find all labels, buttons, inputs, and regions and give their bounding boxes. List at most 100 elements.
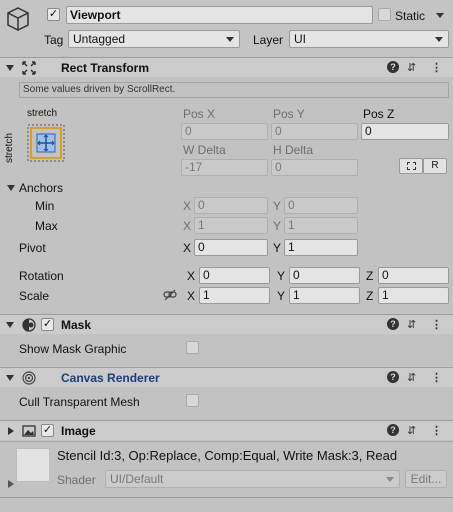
rotation-x-field[interactable]: 0: [199, 267, 270, 284]
kebab-menu-icon[interactable]: ⋮: [431, 61, 442, 75]
layer-dropdown[interactable]: UI: [289, 30, 449, 48]
rotation-z-label: Z: [366, 269, 374, 283]
rect-transform-title: Rect Transform: [61, 61, 150, 75]
rotation-x-label: X: [187, 269, 196, 283]
anchor-max-label: Max: [35, 219, 58, 233]
kebab-menu-icon[interactable]: ⋮: [431, 318, 442, 332]
image-enabled-toggle[interactable]: ✓: [41, 424, 54, 437]
tag-label: Tag: [44, 33, 64, 47]
posx-field: 0: [181, 123, 268, 140]
anchor-max-y-field: 1: [284, 217, 358, 234]
static-toggle[interactable]: [378, 8, 391, 21]
pivot-x-field[interactable]: 0: [194, 239, 268, 256]
pivot-x-label: X: [183, 241, 192, 255]
anchor-min-x-field: 0: [194, 197, 268, 214]
image-header[interactable]: ✓ Image ? ⇵ ⋮: [0, 420, 453, 440]
shader-label: Shader: [57, 473, 96, 487]
kebab-menu-icon[interactable]: ⋮: [431, 424, 442, 438]
anchor-min-y-field: 0: [284, 197, 358, 214]
layer-value: UI: [294, 32, 306, 46]
scale-z-field[interactable]: 1: [378, 287, 449, 304]
help-icon[interactable]: ?: [387, 371, 399, 383]
help-icon[interactable]: ?: [387, 61, 399, 73]
blueprint-icon: [406, 162, 416, 170]
material-foldout-arrow[interactable]: [8, 480, 14, 488]
blueprint-mode-button[interactable]: [399, 158, 423, 174]
canvas-renderer-title: Canvas Renderer: [61, 371, 160, 385]
anchors-label: Anchors: [19, 181, 64, 195]
show-mask-graphic-toggle[interactable]: [186, 341, 199, 354]
shader-edit-button: Edit...: [405, 470, 447, 488]
pivot-y-field[interactable]: 1: [284, 239, 358, 256]
anchor-v-label: stretch: [4, 132, 15, 163]
object-name-field[interactable]: Viewport: [66, 6, 373, 24]
posz-label: Pos Z: [363, 107, 395, 121]
rotation-y-label: Y: [277, 269, 286, 283]
mask-icon: [22, 318, 36, 332]
rect-transform-header[interactable]: Rect Transform ? ⇵ ⋮: [0, 57, 453, 77]
tag-dropdown[interactable]: Untagged: [68, 30, 240, 48]
component-header-icons: ? ⇵ ⋮: [387, 61, 445, 75]
pivot-y-label: Y: [273, 241, 282, 255]
presets-icon[interactable]: ⇵: [407, 424, 416, 438]
layer-label: Layer: [253, 33, 284, 47]
shader-dropdown: UI/Default: [105, 470, 400, 488]
posy-field: 0: [271, 123, 358, 140]
anchor-max-x-field: 1: [194, 217, 268, 234]
link-icon[interactable]: [163, 289, 177, 301]
active-toggle[interactable]: ✓: [47, 8, 60, 21]
shader-value: UI/Default: [110, 472, 164, 486]
gameobject-header: ✓ Viewport Static Tag Untagged Layer UI: [0, 0, 453, 56]
rotation-z-field[interactable]: 0: [378, 267, 449, 284]
driven-notice: Some values driven by ScrollRect.: [19, 82, 449, 98]
wdelta-label: W Delta: [183, 143, 226, 157]
image-icon: [22, 424, 36, 438]
component-header-icons: ? ⇵ ⋮: [387, 424, 445, 438]
collapse-arrow[interactable]: [6, 322, 14, 328]
static-label: Static: [395, 9, 426, 23]
scale-y-label: Y: [277, 289, 286, 303]
presets-icon[interactable]: ⇵: [407, 318, 416, 332]
anchors-foldout-arrow[interactable]: [7, 185, 15, 191]
scale-x-field[interactable]: 1: [199, 287, 270, 304]
posz-field[interactable]: 0: [361, 123, 449, 140]
show-mask-graphic-label: Show Mask Graphic: [19, 342, 127, 356]
help-icon[interactable]: ?: [387, 318, 399, 330]
mask-enabled-toggle[interactable]: ✓: [41, 318, 54, 331]
kebab-menu-icon[interactable]: ⋮: [431, 371, 442, 385]
rect-transform-icon: [22, 61, 36, 75]
stencil-info: Stencil Id:3, Op:Replace, Comp:Equal, Wr…: [57, 448, 398, 463]
hdelta-label: H Delta: [273, 143, 314, 157]
material-preview: [16, 448, 50, 482]
hdelta-field: 0: [271, 159, 358, 176]
scale-label: Scale: [19, 289, 50, 303]
anchor-min-label: Min: [35, 199, 55, 213]
raw-edit-button[interactable]: R: [423, 158, 447, 174]
presets-icon[interactable]: ⇵: [407, 61, 416, 75]
mask-title: Mask: [61, 318, 92, 332]
help-icon[interactable]: ?: [387, 424, 399, 436]
cull-transparent-mesh-toggle[interactable]: [186, 394, 199, 407]
component-header-icons: ? ⇵ ⋮: [387, 371, 445, 385]
material-section: Stencil Id:3, Op:Replace, Comp:Equal, Wr…: [0, 441, 453, 496]
anchor-preset-button[interactable]: [27, 124, 65, 162]
scale-y-field[interactable]: 1: [289, 287, 360, 304]
collapse-arrow[interactable]: [6, 65, 14, 71]
anchor-h-label: stretch: [27, 108, 58, 119]
collapse-arrow[interactable]: [6, 375, 14, 381]
canvas-renderer-header[interactable]: Canvas Renderer ? ⇵ ⋮: [0, 367, 453, 387]
rotation-label: Rotation: [19, 269, 64, 283]
posx-label: Pos X: [183, 107, 216, 121]
expand-arrow[interactable]: [8, 427, 14, 435]
mask-header[interactable]: ✓ Mask ? ⇵ ⋮: [0, 314, 453, 334]
posy-label: Pos Y: [273, 107, 305, 121]
component-header-icons: ? ⇵ ⋮: [387, 318, 445, 332]
presets-icon[interactable]: ⇵: [407, 371, 416, 385]
cube-icon: [6, 6, 30, 32]
rotation-y-field[interactable]: 0: [289, 267, 360, 284]
anchor-max-y-label: Y: [273, 219, 282, 233]
image-title: Image: [61, 424, 96, 438]
anchor-max-x-label: X: [183, 219, 192, 233]
canvas-renderer-icon: [22, 371, 36, 385]
static-dropdown-arrow[interactable]: [436, 13, 444, 18]
